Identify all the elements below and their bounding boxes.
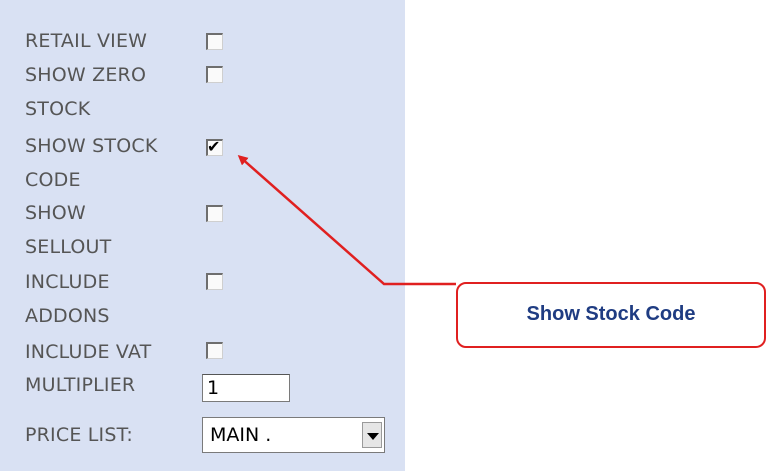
show-stock-code-checkbox[interactable]: ✔	[206, 137, 223, 156]
retail-view-checkbox[interactable]	[206, 33, 223, 50]
include-addons-checkbox[interactable]	[206, 273, 223, 290]
options-panel: RETAIL VIEW SHOW ZERO STOCK SHOW STOCK COD…	[0, 0, 405, 471]
include-vat-checkbox[interactable]	[206, 342, 223, 359]
dropdown-button[interactable]	[362, 422, 382, 448]
show-sellout-checkbox[interactable]	[206, 205, 223, 222]
checkmark-icon: ✔	[207, 137, 221, 156]
callout-text: Show Stock Code	[526, 303, 696, 325]
show-sellout-label: SHOW SELLOUT	[25, 202, 112, 258]
include-vat-label: INCLUDE VAT	[25, 341, 152, 363]
retail-view-label: RETAIL VIEW	[25, 30, 148, 52]
include-addons-label: INCLUDE ADDONS	[25, 271, 110, 327]
multiplier-label: MULTIPLIER	[25, 374, 136, 396]
multiplier-input[interactable]: 1	[202, 374, 290, 402]
price-list-value: MAIN .	[210, 424, 272, 446]
show-zero-stock-label: SHOW ZERO STOCK	[25, 64, 147, 120]
show-zero-stock-checkbox[interactable]	[206, 66, 223, 83]
price-list-select[interactable]: MAIN .	[202, 417, 385, 453]
chevron-down-icon	[367, 433, 379, 440]
show-stock-code-label: SHOW STOCK CODE	[25, 135, 158, 191]
show-stock-code-callout: Show Stock Code	[456, 282, 766, 348]
price-list-label: PRICE LIST:	[25, 424, 133, 446]
